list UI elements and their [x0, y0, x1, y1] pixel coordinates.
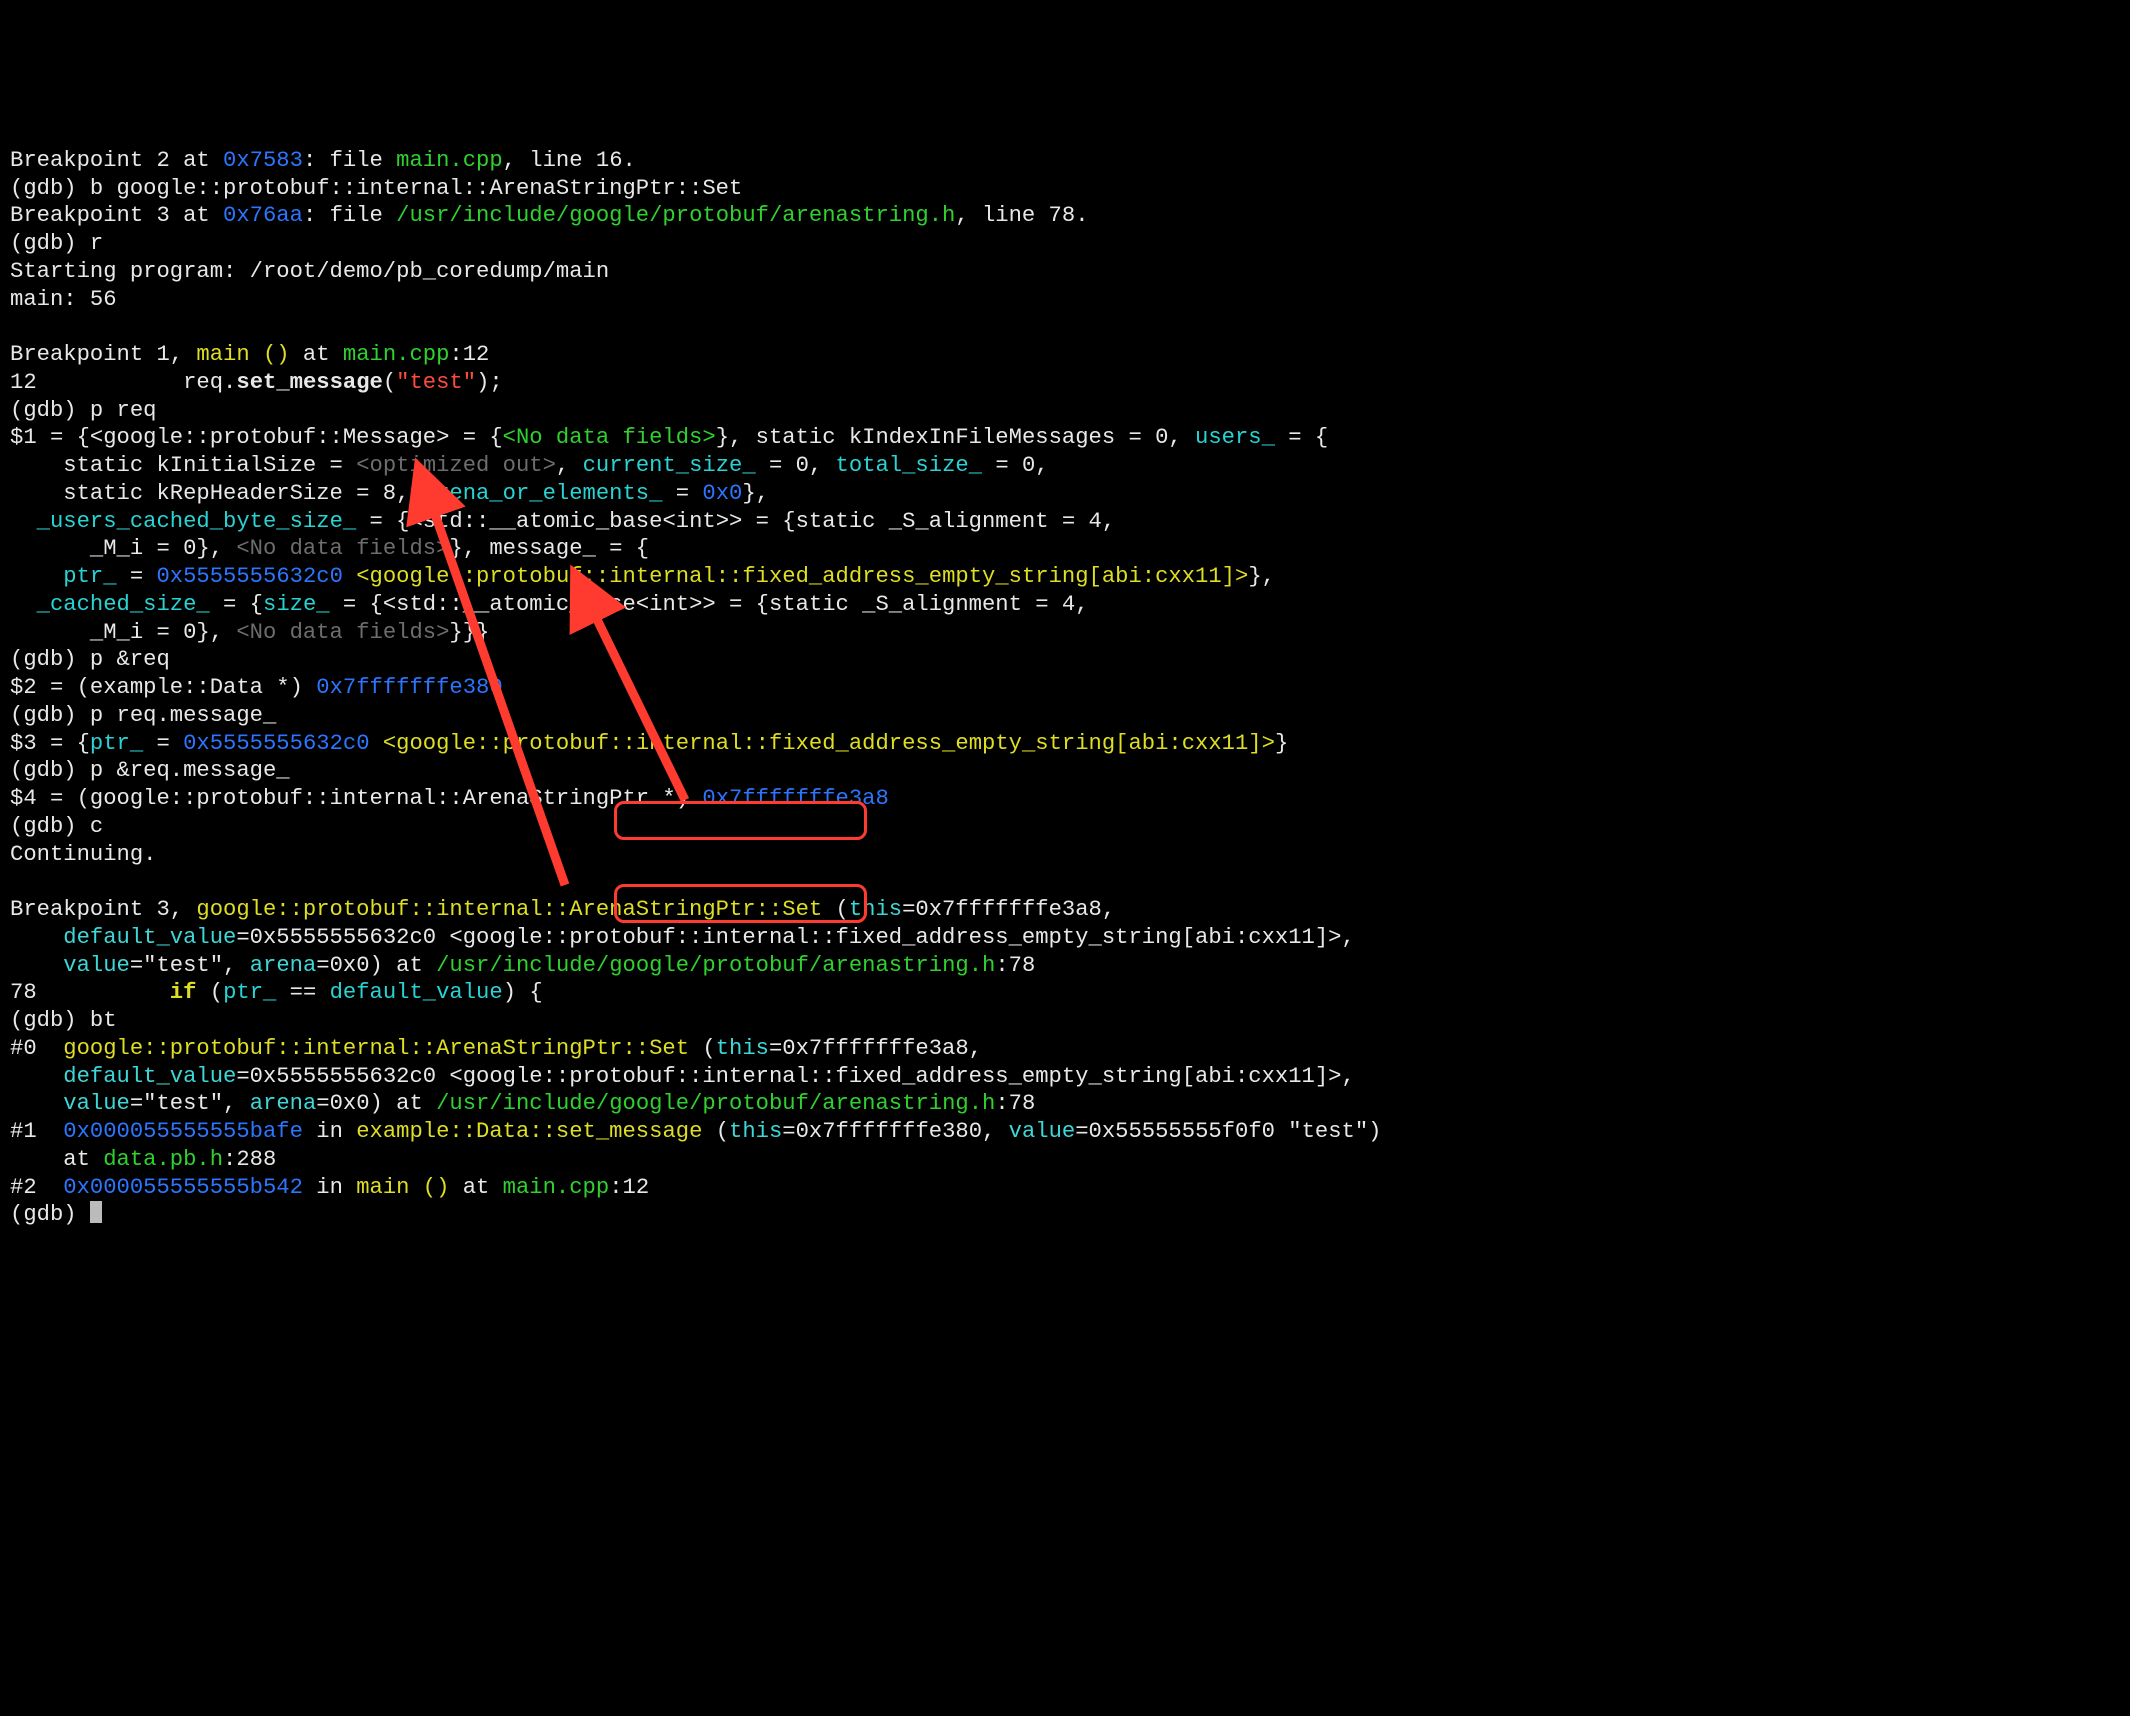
var4-line: $4 = (google::protobuf::internal::ArenaS… [10, 786, 889, 811]
req-dump-2: static kInitialSize = <optimized out>, c… [10, 453, 1049, 478]
breakpoint-3-hit-3: value="test", arena=0x0) at /usr/include… [10, 953, 1035, 978]
bt-frame-0a: #0 google::protobuf::internal::ArenaStri… [10, 1036, 982, 1061]
req-dump-1: $1 = {<google::protobuf::Message> = {<No… [10, 425, 1328, 450]
breakpoint-1-hit: Breakpoint 1, main () at main.cpp:12 [10, 342, 489, 367]
req-dump-7: _cached_size_ = {size_ = {<std::__atomic… [10, 592, 1089, 617]
bt-frame-0b: default_value=0x5555555632c0 <google::pr… [10, 1064, 1355, 1089]
bt-frame-1: #1 0x000055555555bafe in example::Data::… [10, 1119, 1381, 1144]
starting-program: Starting program: /root/demo/pb_coredump… [10, 259, 609, 284]
gdb-prompt[interactable]: (gdb) [10, 1202, 102, 1227]
req-dump-8: _M_i = 0}, <No data fields>}}} [10, 620, 489, 645]
req-dump-5: _M_i = 0}, <No data fields>}, message_ =… [10, 536, 649, 561]
var3-line: $3 = {ptr_ = 0x5555555632c0 <google::pro… [10, 731, 1288, 756]
breakpoint-3-set-line: Breakpoint 3 at 0x76aa: file /usr/includ… [10, 203, 1089, 228]
gdb-cmd-c: (gdb) c [10, 814, 103, 839]
source-line-12: 12 req.set_message("test"); [10, 370, 503, 395]
bt-frame-2: #2 0x000055555555b542 in main () at main… [10, 1175, 649, 1200]
terminal-output: Breakpoint 2 at 0x7583: file main.cpp, l… [10, 119, 2120, 1229]
gdb-cmd-bt: (gdb) bt [10, 1008, 117, 1033]
source-line-78: 78 if (ptr_ == default_value) { [10, 980, 543, 1005]
gdb-cmd-p-addr-req: (gdb) p &req [10, 647, 170, 672]
gdb-cmd-p-addr-msg: (gdb) p &req.message_ [10, 758, 290, 783]
gdb-cmd-r: (gdb) r [10, 231, 103, 256]
breakpoint-3-hit-1: Breakpoint 3, google::protobuf::internal… [10, 897, 1115, 922]
bt-frame-0c: value="test", arena=0x0) at /usr/include… [10, 1091, 1035, 1116]
continuing: Continuing. [10, 842, 156, 867]
req-dump-6: ptr_ = 0x5555555632c0 <google::protobuf:… [10, 564, 1275, 589]
gdb-cmd-b: (gdb) b google::protobuf::internal::Aren… [10, 176, 742, 201]
program-output: main: 56 [10, 287, 117, 312]
var2-line: $2 = (example::Data *) 0x7fffffffe380 [10, 675, 503, 700]
bt-frame-1b: at data.pb.h:288 [10, 1147, 276, 1172]
gdb-cmd-p-msg: (gdb) p req.message_ [10, 703, 276, 728]
gdb-cmd-p-req: (gdb) p req [10, 398, 156, 423]
cursor-icon [90, 1201, 102, 1223]
breakpoint-3-hit-2: default_value=0x5555555632c0 <google::pr… [10, 925, 1355, 950]
breakpoint-2-line: Breakpoint 2 at 0x7583: file main.cpp, l… [10, 148, 636, 173]
req-dump-3: static kRepHeaderSize = 8, arena_or_elem… [10, 481, 769, 506]
req-dump-4: _users_cached_byte_size_ = {<std::__atom… [10, 509, 1115, 534]
